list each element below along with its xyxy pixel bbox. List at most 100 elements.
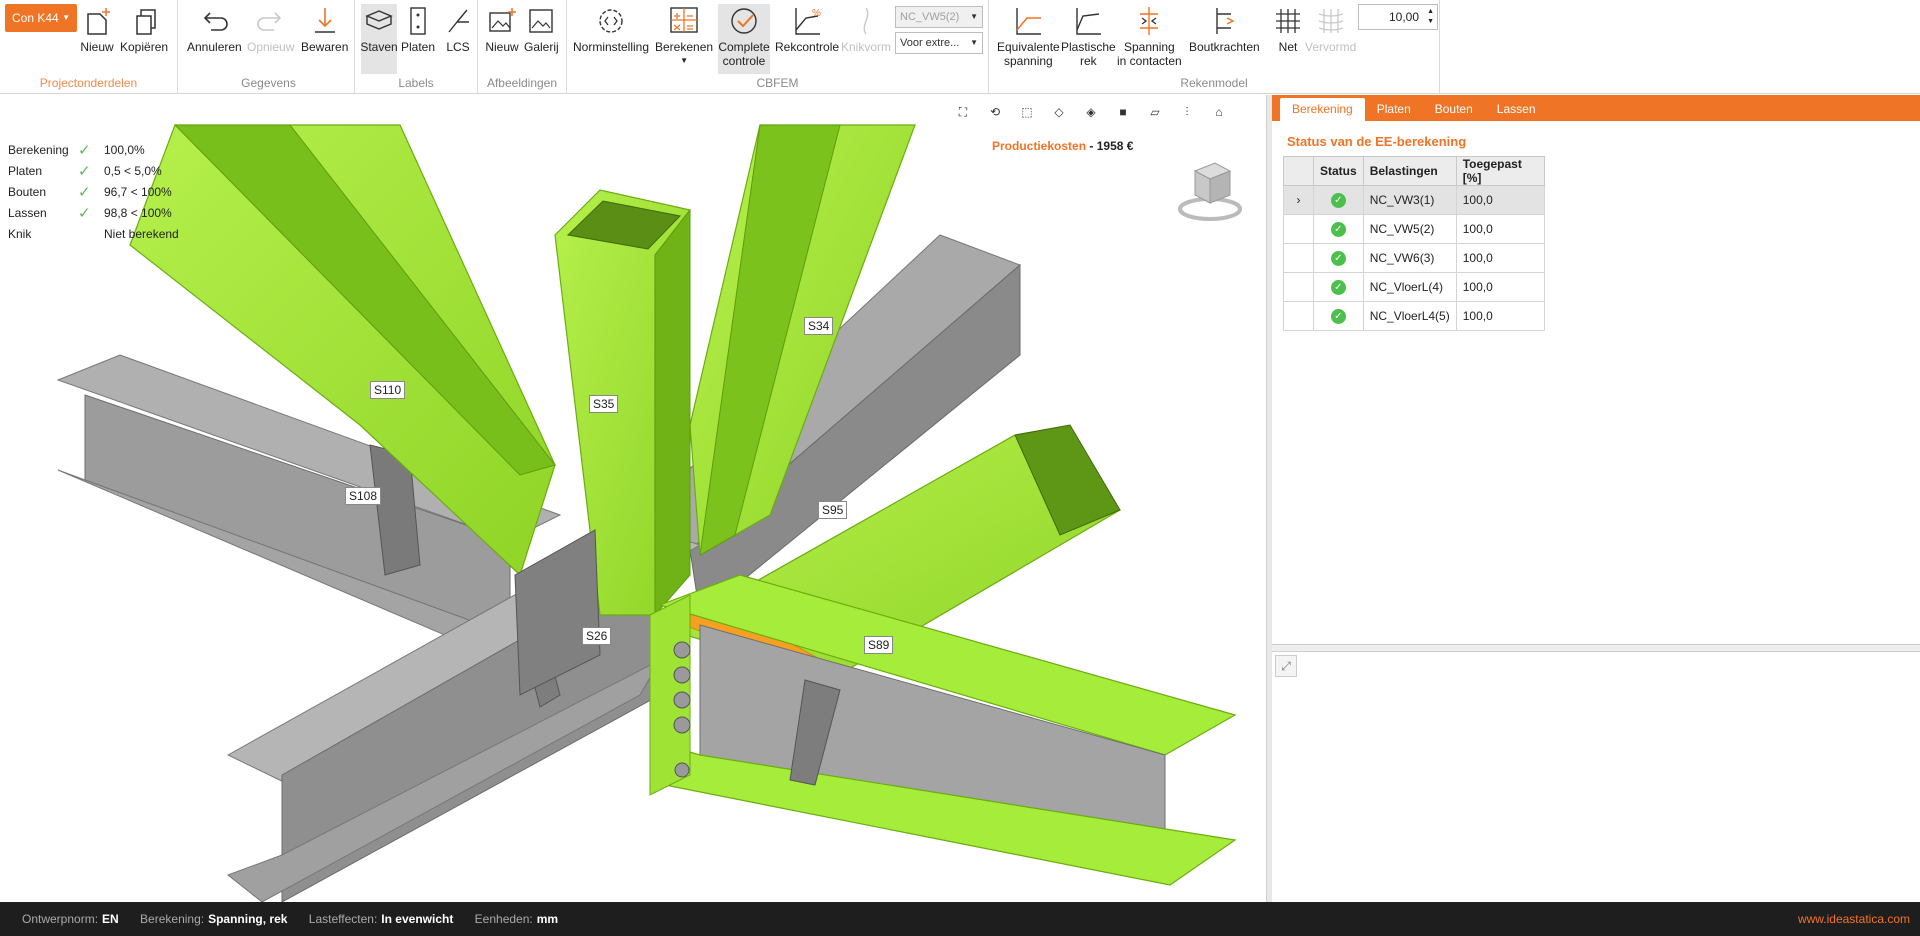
design-code-value: EN: [102, 912, 119, 926]
copy-item-button[interactable]: Kopiëren: [120, 4, 168, 54]
members-label-toggle[interactable]: Staven: [360, 4, 398, 74]
chevron-down-icon: ▼: [970, 38, 978, 47]
home-icon[interactable]: ⌂: [1208, 101, 1230, 123]
member-label-s95[interactable]: S95: [818, 501, 848, 519]
cube-solid-icon[interactable]: ■: [1112, 101, 1134, 123]
column-header-status[interactable]: Status: [1313, 156, 1364, 186]
split-view-icon[interactable]: ⫶: [1176, 101, 1198, 123]
deformed-toggle[interactable]: Vervormd: [1305, 4, 1356, 54]
strain-check-label: Rekcontrole: [775, 40, 840, 54]
strain-check-button[interactable]: % Rekcontrole: [775, 4, 839, 54]
view-cube-icon[interactable]: [1170, 151, 1250, 231]
tab-calculation[interactable]: Berekening: [1280, 98, 1365, 121]
save-button[interactable]: Bewaren: [301, 4, 348, 54]
cube-transparent-icon[interactable]: ◈: [1080, 101, 1102, 123]
website-link[interactable]: www.ideastatica.com: [1798, 902, 1910, 936]
group-label: Projectonderdelen: [39, 76, 138, 90]
save-label: Bewaren: [301, 40, 349, 54]
summary-row: Platen ✓ 0,5 < 5,0%: [8, 160, 179, 181]
plates-label-toggle[interactable]: Platen: [401, 4, 435, 54]
buckling-button[interactable]: Knikvorm: [841, 4, 891, 54]
table-row[interactable]: ✓ NC_VW5(2) 100,0: [1283, 214, 1545, 244]
expand-icon[interactable]: ⤢: [1275, 655, 1297, 677]
member-label-s108[interactable]: S108: [345, 487, 382, 505]
scale-value: 10,00: [1388, 10, 1419, 24]
table-row[interactable]: ✓ NC_VW6(3) 100,0: [1283, 243, 1545, 273]
cube-wire-icon[interactable]: ◇: [1048, 101, 1070, 123]
plastic-strain-icon: [1076, 8, 1102, 35]
load-cell: NC_VloerL(4): [1362, 272, 1457, 302]
production-cost: Productiekosten - 1958 €: [992, 139, 1133, 153]
analysis-label: Berekening:: [140, 912, 205, 926]
full-check-button[interactable]: Complete controle: [718, 4, 770, 74]
bolt-forces-button[interactable]: Boutkrachten: [1189, 4, 1260, 54]
lcs-toggle[interactable]: LCS: [441, 4, 475, 54]
group-cbfem: Norminstelling Berekenen ▼ Complete contr…: [567, 0, 989, 94]
loadcase-select[interactable]: NC_VW5(2) ▼: [895, 6, 983, 28]
load-effects-label: Lasteffecten:: [308, 912, 378, 926]
connection-selector[interactable]: Con K44 ▼: [5, 4, 77, 32]
undo-button[interactable]: Annuleren: [187, 4, 242, 54]
member-label-s26[interactable]: S26: [582, 627, 612, 645]
column-header-loads[interactable]: Belastingen: [1362, 156, 1457, 186]
buckling-icon: [863, 7, 869, 35]
spin-down-icon[interactable]: ▼: [1427, 18, 1434, 26]
bolt-forces-label: Boutkrachten: [1189, 40, 1260, 54]
select-box-icon[interactable]: ⬚: [1016, 101, 1038, 123]
spin-up-icon[interactable]: ▲: [1427, 8, 1434, 16]
applied-cell: 100,0: [1455, 185, 1545, 215]
group-labels: Staven Platen LCS Labels: [355, 0, 478, 94]
redo-button[interactable]: Opnieuw: [247, 4, 294, 54]
gallery-button[interactable]: Galerij: [524, 4, 559, 54]
tab-bolts[interactable]: Bouten: [1423, 98, 1485, 121]
units-value: mm: [536, 912, 559, 926]
connection-model[interactable]: [0, 95, 1266, 902]
equivalent-stress-button[interactable]: Equivalente spanning: [997, 4, 1060, 68]
gallery-icon: [529, 9, 554, 33]
group-label: Gegevens: [241, 76, 296, 90]
calculate-button[interactable]: Berekenen ▼: [655, 4, 713, 68]
member-label-s34[interactable]: S34: [804, 317, 834, 335]
copy-item-label: Kopiëren: [120, 40, 169, 54]
applied-cell: 100,0: [1455, 214, 1545, 244]
axis-icon: [448, 9, 469, 33]
plastic-strain-button[interactable]: Plastische rek: [1061, 4, 1116, 68]
new-document-icon: [87, 8, 110, 35]
section-view-icon[interactable]: ▱: [1144, 101, 1166, 123]
rotate-icon[interactable]: ⟲: [984, 101, 1006, 123]
group-project-items: Con K44 ▼ Nieuw Kopiëren Projectonderdele…: [0, 0, 178, 94]
check-mark-icon: ✓: [78, 162, 91, 180]
panel-horizontal-splitter[interactable]: [1272, 644, 1920, 652]
new-item-button[interactable]: Nieuw: [80, 4, 114, 54]
tab-plates[interactable]: Platen: [1365, 98, 1423, 121]
fullscreen-icon[interactable]: ⛶: [952, 101, 974, 123]
check-mark-icon: ✓: [78, 204, 91, 222]
tab-welds[interactable]: Lassen: [1485, 98, 1548, 121]
success-icon: ✓: [1330, 309, 1346, 324]
deformation-scale-input[interactable]: 10,00 ▲ ▼: [1358, 4, 1438, 30]
group-label: Labels: [398, 76, 434, 90]
load-effects-value: In evenwicht: [381, 912, 454, 926]
member-label-s89[interactable]: S89: [864, 636, 894, 654]
design-code-label: Ontwerpnorm:: [22, 912, 99, 926]
mesh-toggle[interactable]: Net: [1271, 4, 1305, 54]
table-row[interactable]: ✓ NC_VloerL(4) 100,0: [1283, 272, 1545, 302]
member-label-s110[interactable]: S110: [370, 381, 406, 399]
summary-value: 100,0%: [104, 142, 145, 157]
norm-settings-button[interactable]: Norminstelling: [573, 4, 649, 54]
extreme-select[interactable]: Voor extre... ▼: [895, 32, 983, 54]
member-label-s35[interactable]: S35: [589, 395, 619, 413]
table-row[interactable]: › ✓ NC_VW3(1) 100,0: [1283, 185, 1545, 215]
image-add-icon: [489, 8, 516, 32]
mesh-label: Net: [1278, 40, 1298, 54]
check-summary: Berekening ✓ 100,0% Platen ✓ 0,5 < 5,0% Bout…: [8, 139, 179, 244]
check-mark-icon: ✓: [78, 183, 91, 201]
table-row[interactable]: ✓ NC_VloerL4(5) 100,0: [1283, 301, 1545, 331]
summary-value: 98,8 < 100%: [104, 205, 172, 220]
contact-stress-button[interactable]: Spanning in contacten: [1117, 4, 1182, 68]
success-icon: ✓: [1330, 280, 1346, 295]
new-image-button[interactable]: Nieuw: [485, 4, 519, 54]
3d-viewport[interactable]: ⛶ ⟲ ⬚ ◇ ◈ ■ ▱ ⫶ ⌂ Berekening ✓ 100,0% Plat…: [0, 95, 1266, 902]
column-header-applied[interactable]: Toegepast [%]: [1455, 156, 1545, 186]
equivalent-stress-label: Equivalente spanning: [997, 40, 1060, 68]
